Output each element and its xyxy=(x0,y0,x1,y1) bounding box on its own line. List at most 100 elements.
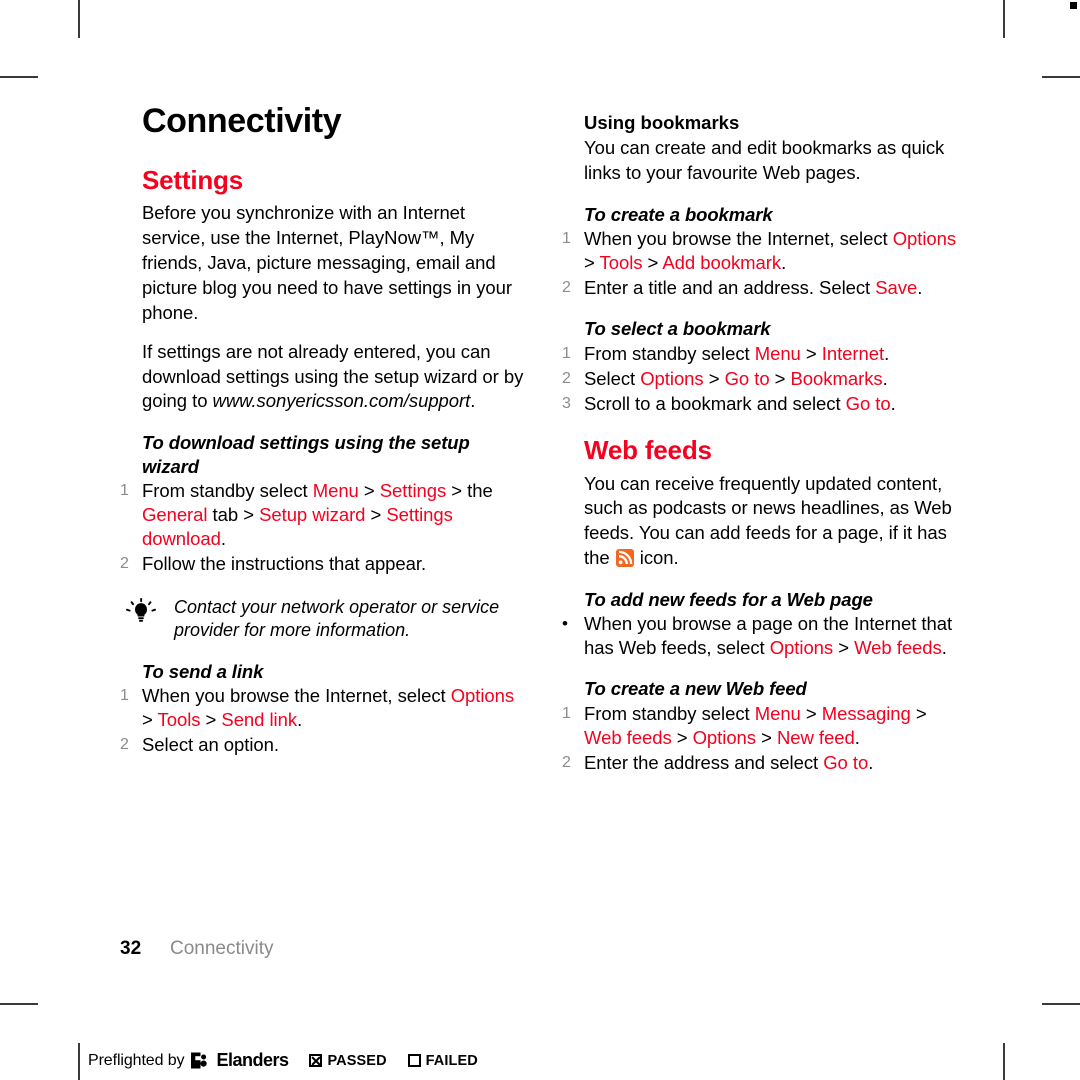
procedure-step: 2 Select Options > Go to > Bookmarks. xyxy=(562,367,968,391)
passed-checkbox xyxy=(309,1054,323,1067)
menu-path-separator: > xyxy=(358,479,380,501)
procedure-heading-send-link: To send a link xyxy=(142,660,264,682)
step-text: Follow the instructions that appear. xyxy=(142,553,427,575)
menu-item-reference: Menu xyxy=(312,479,359,501)
step-text: . xyxy=(882,367,888,389)
menu-item-reference: Menu xyxy=(754,702,801,724)
menu-item-reference: Add bookmark xyxy=(662,252,782,274)
menu-item-reference: Setup wizard xyxy=(259,503,366,525)
subheading-using-bookmarks: Using bookmarks xyxy=(584,112,740,133)
steps-create-feed: 1 From standby select Menu > Messaging > … xyxy=(562,702,968,775)
elanders-brand-name: Elanders xyxy=(216,1050,289,1070)
section-heading-settings: Settings xyxy=(142,164,243,195)
lightbulb-tip-icon xyxy=(126,598,156,624)
step-text: Select xyxy=(584,367,641,389)
menu-item-reference: Send link xyxy=(221,709,298,731)
menu-item-reference: Web feeds xyxy=(854,637,942,659)
step-marker: 2 xyxy=(120,736,129,754)
settings-intro-paragraph: Before you synchronize with an Internet … xyxy=(142,202,512,323)
preflight-stamp: Preflighted by Elanders PASSED FAILED xyxy=(88,1050,478,1071)
elanders-logo-icon xyxy=(191,1052,208,1069)
step-marker: 2 xyxy=(562,369,571,387)
menu-path-separator: > xyxy=(769,367,791,389)
menu-item-reference: Save xyxy=(875,277,918,299)
step-text: When you browse the Internet, select xyxy=(142,685,451,707)
step-text: . xyxy=(297,709,303,731)
step-text: From standby select xyxy=(142,479,313,501)
menu-item-reference: New feed xyxy=(776,726,855,748)
menu-path-separator: > xyxy=(910,702,927,724)
procedure-step: 2 Enter a title and an address. Select Sa… xyxy=(562,276,968,300)
menu-path-separator: > xyxy=(800,702,822,724)
steps-setup-wizard: 1 From standby select Menu > Settings > t… xyxy=(120,479,526,576)
procedure-step: 1 From standby select Menu > Messaging > … xyxy=(562,702,968,750)
menu-path-separator: > xyxy=(584,252,600,274)
menu-item-reference: General xyxy=(142,503,208,525)
step-text: . xyxy=(941,637,947,659)
tip-text: Contact your network operator or service… xyxy=(174,597,500,641)
menu-item-reference: Options xyxy=(640,367,704,389)
procedure-heading-create-feed: To create a new Web feed xyxy=(584,678,807,700)
step-text: Enter a title and an address. Select xyxy=(584,277,876,299)
preflight-failed-state: FAILED xyxy=(407,1053,478,1069)
menu-item-reference: Go to xyxy=(823,751,869,773)
procedure-step: 1 When you browse the Internet, select Op… xyxy=(120,684,526,732)
step-text: . xyxy=(854,726,860,748)
step-marker: 3 xyxy=(562,394,571,412)
procedure-step: • When you browse a page on the Internet … xyxy=(562,612,968,660)
menu-path-separator: > xyxy=(703,367,725,389)
procedure-heading-add-feeds: To add new feeds for a Web page xyxy=(584,589,873,611)
procedure-step: 3 Scroll to a bookmark and select Go to. xyxy=(562,392,968,416)
step-text: . xyxy=(781,252,787,274)
rss-feed-icon xyxy=(615,549,634,568)
tip-callout: Contact your network operator or service… xyxy=(126,596,526,643)
web-feeds-paragraph: You can receive frequently updated conte… xyxy=(584,472,968,572)
step-text: Select an option. xyxy=(142,734,279,756)
procedure-heading-create-bookmark: To create a bookmark xyxy=(584,204,773,226)
menu-item-reference: Tools xyxy=(599,252,643,274)
menu-path-separator: > xyxy=(671,726,693,748)
procedure-step: 2 Select an option. xyxy=(120,733,526,757)
step-marker: 1 xyxy=(562,344,571,362)
step-text: tab xyxy=(207,503,239,525)
step-text: . xyxy=(917,277,923,299)
step-text: . xyxy=(868,751,874,773)
step-marker: 1 xyxy=(120,687,129,705)
step-text: Scroll to a bookmark and select xyxy=(584,392,846,414)
procedure-step: 2 Enter the address and select Go to. xyxy=(562,751,968,775)
procedure-step: 1 When you browse the Internet, select Op… xyxy=(562,227,968,275)
menu-item-reference: Options xyxy=(450,685,515,707)
procedure-heading-setup-wizard: To download settings using the setup wiz… xyxy=(142,432,470,477)
step-marker: • xyxy=(562,614,568,634)
menu-path-separator: > xyxy=(238,503,260,525)
menu-item-reference: Internet xyxy=(821,342,885,364)
two-column-layout: Connectivity Settings Before you synchro… xyxy=(120,102,968,776)
menu-path-separator: > xyxy=(200,709,222,731)
menu-path-separator: > xyxy=(446,479,468,501)
page-number: 32 xyxy=(120,938,142,959)
steps-add-feeds: • When you browse a page on the Internet … xyxy=(562,612,968,660)
step-text: . xyxy=(890,392,896,414)
step-marker: 1 xyxy=(120,481,129,499)
step-text: the xyxy=(467,479,493,501)
procedure-step: 1 From standby select Menu > Internet. xyxy=(562,342,968,366)
menu-path-separator: > xyxy=(800,342,822,364)
step-marker: 1 xyxy=(562,230,571,248)
page-title: Connectivity xyxy=(142,102,342,140)
menu-item-reference: Go to xyxy=(724,367,770,389)
settings-download-paragraph: If settings are not already entered, you… xyxy=(142,340,526,415)
step-marker: 2 xyxy=(120,555,129,573)
step-marker: 2 xyxy=(562,279,571,297)
manual-page: Connectivity Settings Before you synchro… xyxy=(0,0,1080,1080)
steps-select-bookmark: 1 From standby select Menu > Internet. 2 Se… xyxy=(562,342,968,416)
procedure-heading-select-bookmark: To select a bookmark xyxy=(584,318,771,340)
menu-item-reference: Go to xyxy=(845,392,891,414)
bookmarks-paragraph: You can create and edit bookmarks as qui… xyxy=(584,137,945,184)
step-text: Enter the address and select xyxy=(584,751,824,773)
steps-create-bookmark: 1 When you browse the Internet, select Op… xyxy=(562,227,968,300)
failed-checkbox xyxy=(407,1054,421,1067)
section-heading-web-feeds: Web feeds xyxy=(584,434,712,465)
menu-path-separator: > xyxy=(365,503,387,525)
menu-path-separator: > xyxy=(642,252,663,274)
right-column: Using bookmarks You can create and edit … xyxy=(562,104,968,776)
